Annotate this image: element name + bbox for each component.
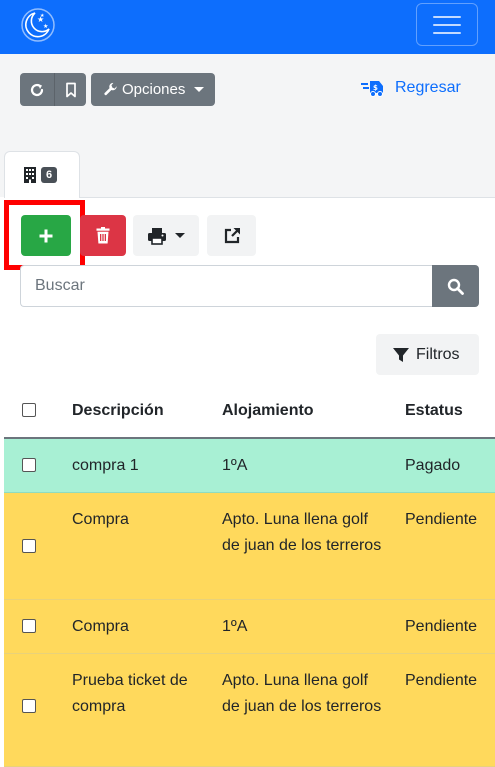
options-label: Opciones <box>122 81 186 98</box>
svg-text:★: ★ <box>43 23 48 30</box>
row-checkbox[interactable] <box>22 619 36 633</box>
row-description: Compra <box>72 511 129 528</box>
row-status: Pendiente <box>405 672 478 689</box>
navbar-toggler-button[interactable] <box>416 3 478 46</box>
column-header-lodging[interactable]: Alojamiento <box>222 402 387 420</box>
table-row[interactable]: Compra 1ºA Pendiente <box>4 600 495 654</box>
svg-text:★: ★ <box>40 13 45 19</box>
reload-icon <box>30 83 44 96</box>
row-checkbox[interactable] <box>22 699 36 713</box>
svg-text:$: $ <box>373 84 378 92</box>
hamburger-icon <box>433 16 461 18</box>
row-description: Prueba ticket de compra <box>72 672 188 715</box>
fast-delivery-icon: $ <box>361 81 383 97</box>
bookmark-button[interactable] <box>54 73 86 106</box>
column-header-status[interactable]: Estatus <box>405 402 495 420</box>
table-row[interactable]: compra 1 1ºA Pagado <box>4 439 495 493</box>
table-row[interactable]: Compra Apto. Luna llena golf de juan de … <box>4 493 495 600</box>
filters-label: Filtros <box>416 345 460 363</box>
chevron-down-icon <box>175 233 185 238</box>
reload-button[interactable] <box>20 73 54 106</box>
row-description: Compra <box>72 618 129 635</box>
filter-icon <box>393 347 409 362</box>
search-input[interactable] <box>20 265 433 307</box>
export-button[interactable] <box>207 215 256 256</box>
moon-stars-logo[interactable]: ★ ★ ★ <box>18 5 58 45</box>
column-header-description[interactable]: Descripción <box>72 402 217 420</box>
row-status: Pagado <box>405 457 461 474</box>
table-row[interactable]: Prueba ticket de compra Apto. Luna llena… <box>4 654 495 767</box>
wrench-icon <box>104 82 117 96</box>
tab-count-badge: 6 <box>41 167 58 183</box>
row-checkbox[interactable] <box>22 539 36 553</box>
select-all-checkbox[interactable] <box>22 403 36 417</box>
back-label: Regresar <box>395 79 461 96</box>
row-lodging: 1ºA <box>222 618 248 635</box>
delete-button[interactable] <box>80 215 126 256</box>
filters-button[interactable]: Filtros <box>376 334 479 375</box>
printer-icon <box>148 227 166 245</box>
external-link-icon <box>224 227 240 243</box>
quick-actions-group <box>20 73 86 106</box>
bookmark-icon <box>65 82 76 97</box>
row-lodging: 1ºA <box>222 457 248 474</box>
tab-divider <box>80 197 495 198</box>
print-dropdown-button[interactable] <box>133 215 199 256</box>
row-lodging: Apto. Luna llena golf de juan de los ter… <box>222 672 382 715</box>
trash-icon <box>96 227 110 244</box>
row-lodging: Apto. Luna llena golf de juan de los ter… <box>222 511 382 554</box>
chevron-down-icon <box>194 87 205 92</box>
row-description: compra 1 <box>72 457 139 474</box>
building-icon <box>24 167 36 183</box>
tab-buildings[interactable]: 6 <box>4 151 80 198</box>
row-status: Pendiente <box>405 618 478 635</box>
row-checkbox[interactable] <box>22 458 36 472</box>
navbar: ★ ★ ★ <box>0 0 495 54</box>
row-status: Pendiente <box>405 511 478 528</box>
search-icon <box>447 278 464 295</box>
options-dropdown-button[interactable]: Opciones <box>91 73 215 106</box>
search-button[interactable] <box>432 265 479 307</box>
highlight-box <box>4 200 85 270</box>
back-link[interactable]: $ Regresar <box>360 76 461 100</box>
